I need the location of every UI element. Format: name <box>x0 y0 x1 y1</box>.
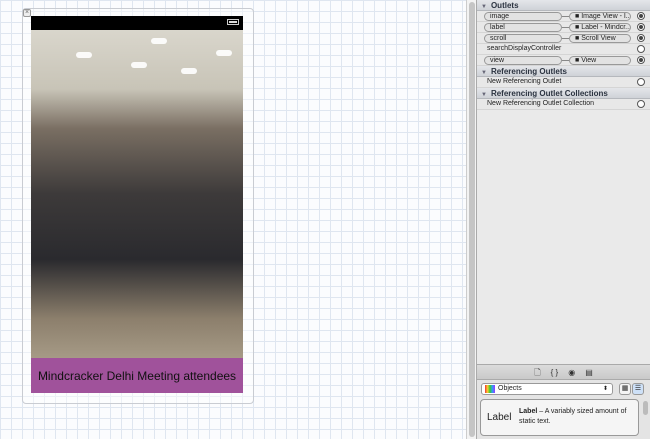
outlet-name[interactable]: scroll <box>484 34 562 43</box>
connection-line <box>562 27 569 28</box>
row-label: New Referencing Outlet Collection <box>487 100 594 107</box>
row-label: New Referencing Outlet <box>487 78 562 85</box>
connection-line <box>562 60 569 61</box>
outlet-name: searchDisplayController <box>487 45 562 52</box>
section-title: Outlets <box>490 1 519 10</box>
target-label: Label - Mindcr... <box>581 24 631 31</box>
objects-icon <box>485 385 495 393</box>
object-library-tab[interactable]: ◉ <box>568 365 575 379</box>
close-icon[interactable]: × <box>23 9 31 17</box>
target-label: View <box>581 57 597 64</box>
new-referencing-collection-row[interactable]: New Referencing Outlet Collection <box>477 99 650 110</box>
outlet-target[interactable]: ■ Scroll View <box>569 34 631 43</box>
inspector-empty-area <box>477 110 650 364</box>
disclosure-triangle-icon[interactable]: ▼ <box>481 70 487 76</box>
outlet-row[interactable]: searchDisplayController <box>477 44 650 55</box>
grid-view-button[interactable]: ▦ <box>619 383 631 395</box>
target-bullet-icon: ■ <box>575 57 580 64</box>
outlet-row[interactable]: image ■ Image View - I... <box>477 11 650 22</box>
connections-inspector: ▼ Outlets image ■ Image View - I... label ■ … <box>476 0 650 439</box>
connection-circle-icon[interactable] <box>637 23 645 31</box>
outlet-target[interactable]: ■ Label - Mindcr... <box>569 23 631 32</box>
outlet-name[interactable]: image <box>484 12 562 21</box>
ceiling-light <box>151 38 167 44</box>
scrollbar-thumb[interactable] <box>469 2 475 437</box>
chevron-updown-icon: ⬍ <box>602 386 608 392</box>
library-scrollbar[interactable] <box>643 401 648 415</box>
connection-circle-icon[interactable] <box>637 12 645 20</box>
ceiling-light <box>216 50 232 56</box>
canvas-scrollbar[interactable] <box>466 0 476 439</box>
code-snippet-tab[interactable]: { } <box>551 365 559 379</box>
library-item-label[interactable]: Label Label – A variably sized amount of… <box>480 399 639 436</box>
ceiling-light <box>76 52 92 58</box>
connection-circle-icon[interactable] <box>637 100 645 108</box>
ceiling-light <box>181 68 197 74</box>
item-name: Label <box>519 408 538 415</box>
battery-icon <box>227 19 239 25</box>
library-filter-select[interactable]: Objects ⬍ <box>481 383 613 395</box>
referencing-outlets-header[interactable]: ▼ Referencing Outlets <box>477 66 650 77</box>
storyboard-canvas[interactable]: × Mindcracker Delhi Meeting attendees <box>0 0 466 439</box>
outlet-target[interactable]: ■ Image View - I... <box>569 12 631 21</box>
section-title: Referencing Outlet Collections <box>490 89 608 98</box>
outlet-target[interactable]: ■ View <box>569 56 631 65</box>
media-library-tab[interactable]: ▤ <box>585 365 593 379</box>
object-library: Objects ⬍ ▦ ☰ Label Label – A variably si… <box>477 380 650 439</box>
list-view-button[interactable]: ☰ <box>632 383 644 395</box>
caption-label[interactable]: Mindcracker Delhi Meeting attendees <box>31 358 243 393</box>
outlet-name[interactable]: label <box>484 23 562 32</box>
target-bullet-icon: ■ <box>575 13 580 20</box>
connection-line <box>562 16 569 17</box>
item-preview: Label <box>487 412 512 423</box>
new-referencing-outlet-row[interactable]: New Referencing Outlet <box>477 77 650 88</box>
section-title: Referencing Outlets <box>490 67 567 76</box>
outlets-header[interactable]: ▼ Outlets <box>477 0 650 11</box>
connection-circle-icon[interactable] <box>637 34 645 42</box>
item-description: Label – A variably sized amount of stati… <box>519 407 637 427</box>
connection-line <box>562 38 569 39</box>
disclosure-triangle-icon[interactable]: ▼ <box>481 4 487 10</box>
outlet-row[interactable]: view ■ View <box>477 55 650 66</box>
status-bar <box>31 16 243 30</box>
target-label: Image View - I... <box>581 13 631 20</box>
ceiling-light <box>131 62 147 68</box>
file-template-tab[interactable]: 🗋 <box>534 365 540 379</box>
disclosure-triangle-icon[interactable]: ▼ <box>481 92 487 98</box>
outlet-row[interactable]: label ■ Label - Mindcr... <box>477 22 650 33</box>
select-value: Objects <box>498 385 522 392</box>
connection-circle-icon[interactable] <box>637 45 645 53</box>
connection-circle-icon[interactable] <box>637 56 645 64</box>
library-tabs: 🗋 { } ◉ ▤ <box>477 364 650 380</box>
target-label: Scroll View <box>581 35 616 42</box>
referencing-collections-header[interactable]: ▼ Referencing Outlet Collections <box>477 88 650 99</box>
target-bullet-icon: ■ <box>575 35 580 42</box>
target-bullet-icon: ■ <box>575 24 580 31</box>
outlet-row[interactable]: scroll ■ Scroll View <box>477 33 650 44</box>
connection-circle-icon[interactable] <box>637 78 645 86</box>
image-view[interactable] <box>31 30 243 358</box>
outlet-name[interactable]: view <box>484 56 562 65</box>
